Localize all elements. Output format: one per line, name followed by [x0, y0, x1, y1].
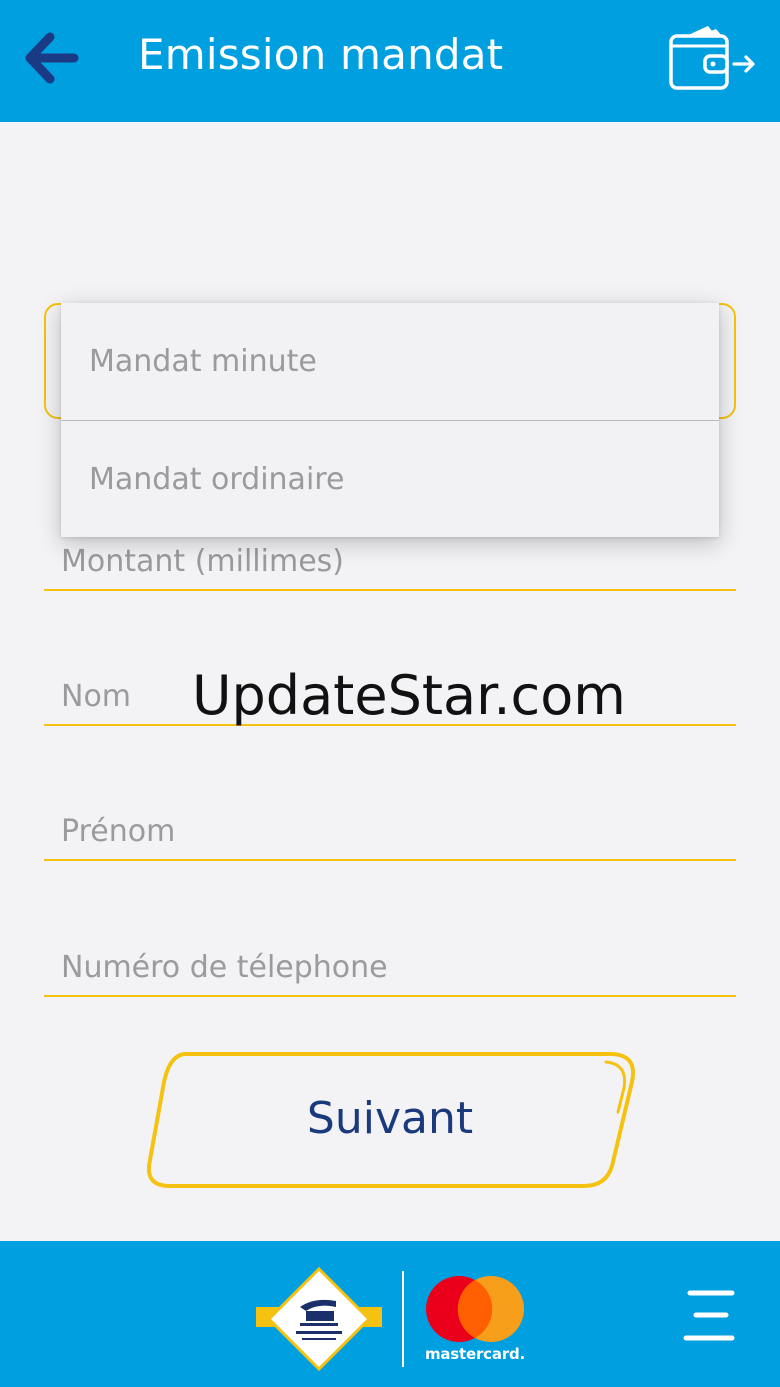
phone-field[interactable]: Numéro de télephone	[44, 937, 736, 997]
mandat-type-dropdown: Mandat minute Mandat ordinaire	[61, 303, 719, 537]
next-button-label: Suivant	[306, 1092, 474, 1144]
footer-divider	[402, 1271, 404, 1367]
first-name-field[interactable]: Prénom	[44, 801, 736, 861]
mastercard-logo: mastercard.	[422, 1273, 528, 1365]
next-button[interactable]: Suivant	[140, 1048, 640, 1193]
hamburger-menu-icon	[683, 1290, 735, 1341]
dropdown-option-mandat-minute[interactable]: Mandat minute	[61, 303, 719, 420]
page-title: Emission mandat	[138, 30, 504, 79]
watermark-text: UpdateStar.com	[192, 664, 626, 727]
phone-field-label: Numéro de télephone	[61, 950, 388, 985]
arrow-left-icon	[25, 32, 79, 84]
mastercard-wordmark: mastercard.	[424, 1345, 526, 1363]
app-footer: mastercard.	[0, 1241, 780, 1387]
wallet-logout-icon	[669, 26, 755, 90]
dropdown-option-mandat-ordinaire[interactable]: Mandat ordinaire	[61, 420, 719, 537]
app-header: Emission mandat	[0, 0, 780, 122]
wallet-logout-button[interactable]	[664, 22, 760, 96]
la-poste-tunisienne-logo	[256, 1266, 382, 1372]
back-button[interactable]	[22, 28, 82, 88]
menu-button[interactable]	[680, 1285, 740, 1347]
app-screen: Emission mandat Montant (millimes) Nom P…	[0, 0, 780, 1387]
first-name-field-label: Prénom	[61, 814, 176, 849]
last-name-field-label: Nom	[61, 679, 132, 714]
amount-field[interactable]: Montant (millimes)	[44, 531, 736, 591]
amount-field-label: Montant (millimes)	[61, 544, 344, 579]
